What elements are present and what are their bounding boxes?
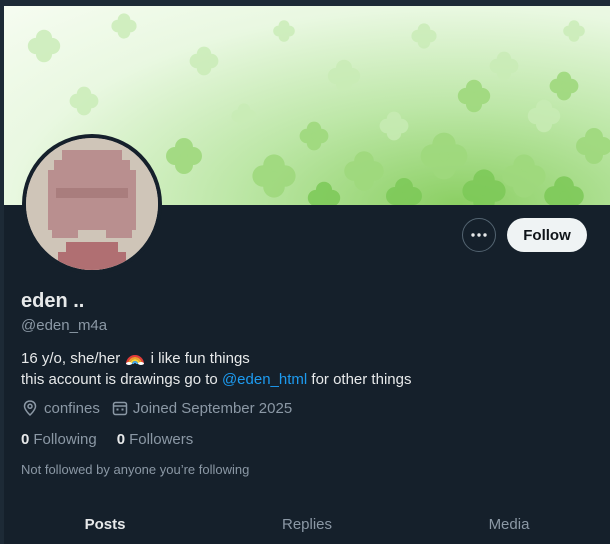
more-options-button[interactable] — [462, 218, 496, 252]
bio: 16 y/o, she/her i like fun things this a… — [21, 348, 581, 390]
followers-label: Followers — [129, 431, 194, 448]
following-label: Following — [33, 431, 97, 448]
profile-meta: confines Joined September 2025 — [21, 399, 304, 417]
bio-text: this account is drawings go to — [21, 371, 218, 388]
followers-count: 0 — [116, 431, 126, 448]
join-date-text: Joined September 2025 — [132, 399, 293, 417]
user-handle: @eden_m4a — [21, 317, 108, 334]
mention-link[interactable]: @eden_html — [222, 371, 307, 388]
rainbow-emoji-icon — [126, 355, 145, 365]
bio-line-1: 16 y/o, she/her i like fun things — [21, 348, 581, 369]
tab-posts[interactable]: Posts — [4, 506, 206, 544]
profile-tabs: Posts Replies Media — [4, 506, 610, 544]
location: confines — [21, 399, 100, 417]
calendar-icon — [112, 401, 128, 416]
bio-text: 16 y/o, she/her — [21, 350, 121, 367]
follow-button[interactable]: Follow — [507, 218, 587, 252]
bio-text: for other things — [311, 371, 412, 388]
following-link[interactable]: 0 Following — [21, 431, 97, 448]
avatar-image — [26, 138, 158, 270]
not-followed-notice: Not followed by anyone you’re following — [21, 462, 250, 477]
pixel-avatar-drawing — [26, 138, 158, 270]
follow-counts: 0 Following 0 Followers — [21, 431, 213, 448]
join-date: Joined September 2025 — [112, 400, 292, 417]
bio-line-2: this account is drawings go to @eden_htm… — [21, 369, 581, 390]
bio-text: i like fun things — [150, 350, 250, 367]
location-text: confines — [44, 399, 100, 417]
display-name: eden .. — [21, 290, 85, 312]
following-count: 0 — [21, 431, 30, 448]
followers-link[interactable]: 0 Followers — [117, 431, 194, 448]
tab-media[interactable]: Media — [408, 506, 610, 544]
more-icon — [471, 233, 487, 237]
avatar[interactable] — [22, 134, 162, 274]
location-pin-icon — [23, 400, 37, 417]
tab-replies[interactable]: Replies — [206, 506, 408, 544]
